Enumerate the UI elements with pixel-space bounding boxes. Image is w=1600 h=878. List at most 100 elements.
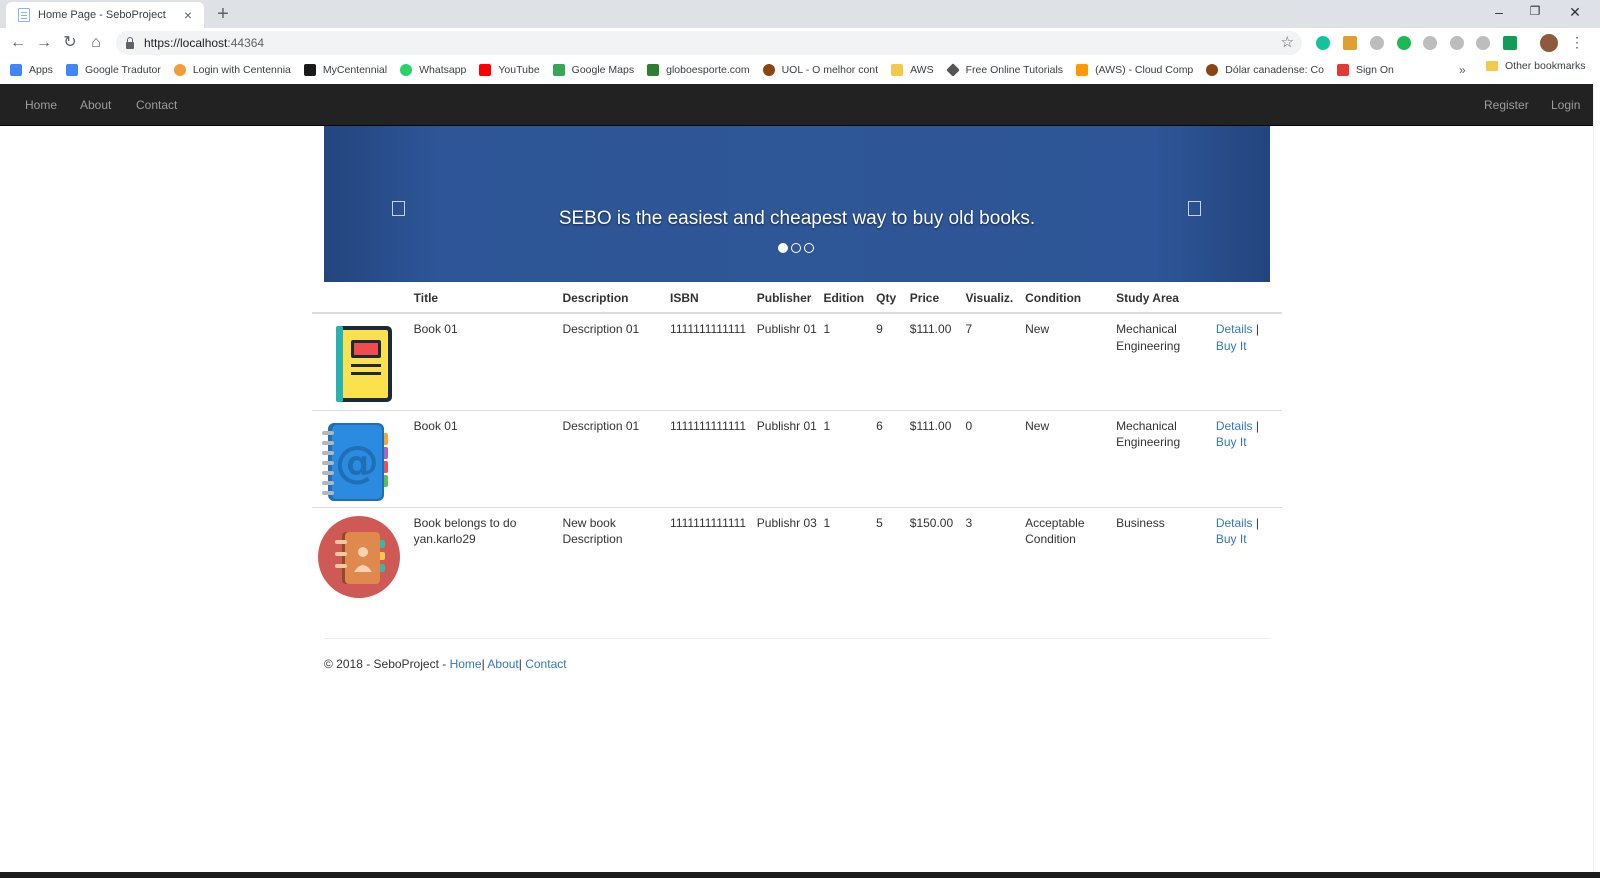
restore-button[interactable]: ❐ bbox=[1520, 4, 1550, 18]
action-separator: | bbox=[1252, 515, 1259, 530]
footer-contact-link[interactable]: Contact bbox=[525, 657, 566, 671]
footer-separator: | bbox=[518, 657, 522, 671]
bookmark-item[interactable]: UOL - O melhor cont bbox=[762, 64, 878, 76]
book-views: 7 bbox=[965, 322, 973, 336]
close-tab-icon[interactable]: × bbox=[180, 7, 196, 23]
book-description: Description 01 bbox=[562, 322, 640, 336]
bookmark-favicon-icon bbox=[303, 64, 316, 76]
action-separator: | bbox=[1252, 322, 1259, 336]
more-bookmarks-icon[interactable]: » bbox=[1459, 63, 1466, 77]
page-edge bbox=[1593, 84, 1600, 872]
extension-icon[interactable] bbox=[1423, 36, 1437, 50]
column-header: Condition bbox=[1025, 283, 1117, 314]
url-host: https://localhost bbox=[144, 36, 228, 50]
back-icon[interactable]: ← bbox=[8, 33, 28, 53]
grammarly-extension-icon[interactable] bbox=[1316, 36, 1330, 50]
book-actions: Details | Buy It bbox=[1216, 313, 1282, 410]
column-header: Price bbox=[909, 283, 966, 314]
carousel-indicator[interactable] bbox=[778, 243, 788, 253]
site-navbar: Home About Contact Register Login bbox=[0, 84, 1593, 126]
apps-grid-icon bbox=[10, 64, 22, 76]
footer-home-link[interactable]: Home bbox=[450, 657, 482, 671]
bookmark-item[interactable]: Whatsapp bbox=[400, 64, 466, 76]
book-edition: 1 bbox=[823, 322, 831, 336]
aws-icon bbox=[1076, 64, 1089, 76]
bookmark-item[interactable]: Login with Centennia bbox=[173, 64, 291, 76]
carousel-indicators bbox=[778, 243, 814, 253]
extension-icon[interactable] bbox=[1397, 36, 1411, 50]
column-header-actions bbox=[1215, 283, 1282, 314]
book-qty: 6 bbox=[876, 409, 910, 507]
column-header: Study Area bbox=[1116, 283, 1216, 314]
book-description: New book Description bbox=[562, 506, 671, 604]
details-link[interactable]: Details bbox=[1216, 419, 1253, 433]
bookmarks-bar: Apps Google Tradutor Login with Centenni… bbox=[0, 58, 1600, 82]
book-image-cell bbox=[312, 313, 414, 410]
forward-icon[interactable]: → bbox=[34, 33, 54, 53]
home-icon[interactable]: ⌂ bbox=[86, 33, 106, 53]
book-actions: Details | Buy It bbox=[1215, 506, 1282, 604]
other-bookmarks[interactable]: Other bookmarks bbox=[1486, 60, 1586, 72]
book-title: Book 01 bbox=[413, 409, 563, 507]
window-close-button[interactable]: ✕ bbox=[1560, 4, 1590, 21]
nav-home-link[interactable]: Home bbox=[25, 98, 57, 112]
bookmark-item[interactable]: Apps bbox=[10, 64, 53, 76]
extension-icon[interactable] bbox=[1370, 36, 1384, 50]
browser-tab[interactable]: Home Page - SeboProject × bbox=[6, 2, 204, 28]
bookmark-favicon-icon bbox=[173, 64, 186, 76]
buy-it-link[interactable]: Buy It bbox=[1216, 339, 1247, 353]
bookmark-item[interactable]: globoesporte.com bbox=[647, 64, 750, 76]
table-row: Book belongs to do yan.karlo29 New book … bbox=[312, 506, 1282, 604]
bookmark-item[interactable]: Dólar canadense: Co bbox=[1206, 64, 1324, 76]
bookmark-item[interactable]: Sign On bbox=[1336, 64, 1394, 76]
book-description: Description 01 bbox=[562, 409, 671, 507]
profile-avatar[interactable] bbox=[1540, 34, 1558, 52]
details-link[interactable]: Details bbox=[1216, 322, 1253, 336]
address-bar[interactable]: https://localhost:44364 ☆ bbox=[116, 31, 1302, 55]
bookmark-item[interactable]: Google Tradutor bbox=[65, 64, 161, 76]
minimize-button[interactable]: – bbox=[1484, 4, 1514, 20]
book-price: $150.00 bbox=[909, 506, 966, 604]
bookmark-item[interactable]: (AWS) - Cloud Comp bbox=[1076, 64, 1193, 76]
nav-login-link[interactable]: Login bbox=[1551, 98, 1580, 112]
action-separator: | bbox=[1252, 418, 1259, 433]
lock-icon bbox=[126, 36, 134, 49]
book-publisher: Publishr 01 bbox=[756, 409, 824, 507]
nav-contact-link[interactable]: Contact bbox=[136, 98, 177, 112]
cloud-extension-icon[interactable] bbox=[1476, 36, 1490, 50]
extension-icon[interactable] bbox=[1343, 36, 1357, 50]
bookmark-item[interactable]: MyCentennial bbox=[303, 64, 387, 76]
carousel-indicator[interactable] bbox=[804, 243, 814, 253]
book-qty: 9 bbox=[876, 322, 883, 336]
nav-about-link[interactable]: About bbox=[80, 98, 111, 112]
new-tab-button[interactable]: + bbox=[212, 3, 234, 25]
extension-icon[interactable] bbox=[1450, 36, 1464, 50]
book-title: Book 01 bbox=[413, 322, 458, 336]
reload-icon[interactable]: ↻ bbox=[60, 33, 80, 53]
bookmark-item[interactable]: YouTube bbox=[479, 64, 540, 76]
buy-it-link[interactable]: Buy It bbox=[1216, 435, 1247, 449]
book-views: 0 bbox=[965, 409, 1026, 507]
folder-icon bbox=[1486, 61, 1498, 71]
table-row: Book 01 Description 01 1111111111111 Pub… bbox=[312, 313, 1282, 410]
url-port: :44364 bbox=[227, 36, 265, 50]
bookmark-favicon-icon bbox=[1206, 64, 1219, 76]
book-isbn: 1111111111111 bbox=[670, 506, 757, 604]
carousel-indicator[interactable] bbox=[791, 243, 801, 253]
footer-about-link[interactable]: About bbox=[487, 657, 518, 671]
nav-register-link[interactable]: Register bbox=[1484, 98, 1529, 112]
checkmark-extension-icon[interactable] bbox=[1503, 36, 1517, 50]
bookmark-item[interactable]: Free Online Tutorials bbox=[945, 63, 1063, 77]
bookmark-item[interactable]: AWS bbox=[891, 64, 934, 76]
bookmark-favicon-icon bbox=[1336, 64, 1349, 76]
bookmark-star-icon[interactable]: ☆ bbox=[1281, 33, 1294, 51]
book-views: 3 bbox=[965, 506, 1026, 604]
buy-it-link[interactable]: Buy It bbox=[1216, 532, 1247, 546]
details-link[interactable]: Details bbox=[1216, 516, 1253, 530]
bookmark-item[interactable]: Google Maps bbox=[552, 64, 634, 76]
column-header: ISBN bbox=[670, 283, 757, 314]
youtube-icon bbox=[479, 64, 492, 76]
contacts-book-icon bbox=[318, 515, 400, 598]
footer-copyright: © 2018 - SeboProject - bbox=[324, 657, 450, 671]
menu-icon[interactable]: ⋮ bbox=[1570, 34, 1584, 51]
